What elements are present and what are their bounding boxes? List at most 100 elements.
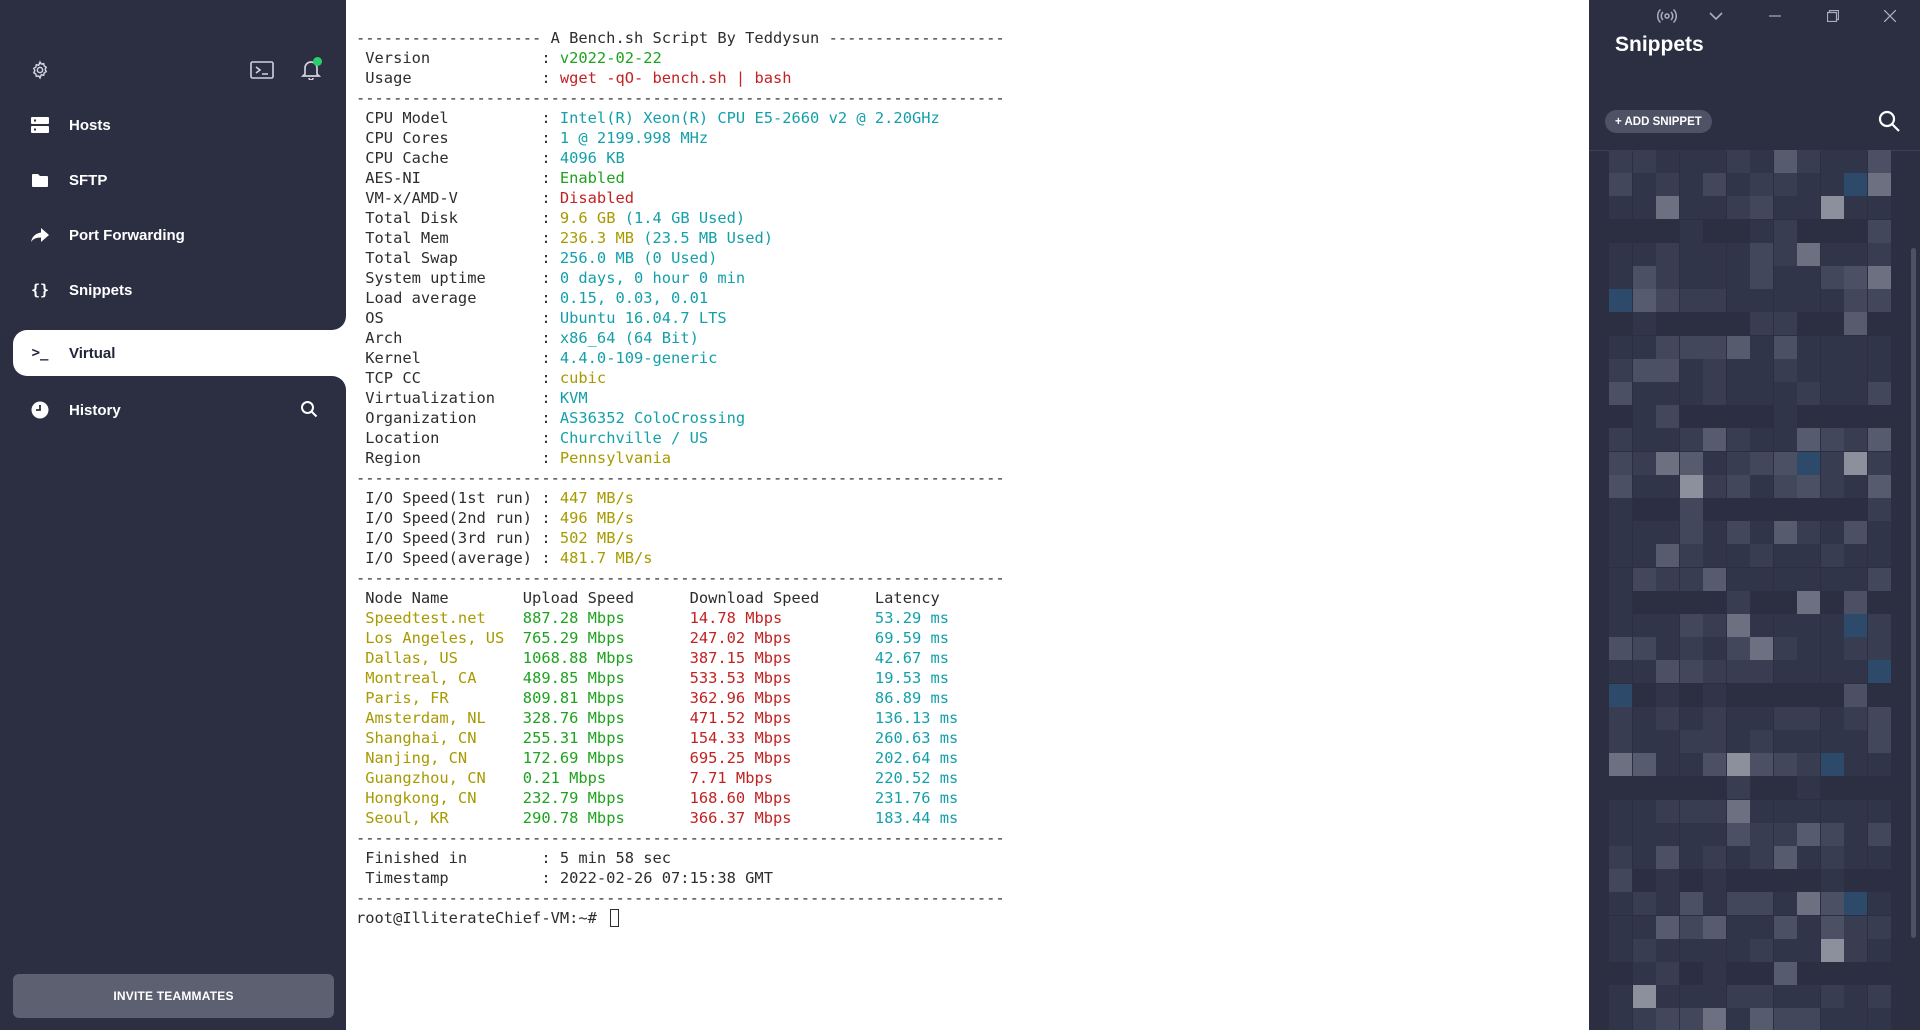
terminal-output[interactable]: -------------------- A Bench.sh Script B…: [346, 0, 1589, 1030]
snippet-pixel: [1820, 428, 1844, 452]
snippet-pixel: [1632, 938, 1656, 962]
terminal-text: 220.52 ms: [874, 769, 959, 787]
snippet-pixel: [1726, 521, 1750, 545]
terminal-line: Location : Churchville / US: [356, 428, 1589, 448]
snippet-pixel: [1726, 544, 1750, 568]
terminal-line: Finished in : 5 min 58 sec: [356, 848, 1589, 868]
snippet-pixel: [1609, 474, 1632, 498]
snippet-pixel: [1726, 938, 1750, 962]
terminal-text: Pennsylvania: [559, 449, 672, 467]
terminal-line: Organization : AS36352 ColoCrossing: [356, 408, 1589, 428]
chevron-down-icon[interactable]: [1706, 6, 1726, 26]
snippet-pixel: [1656, 892, 1679, 916]
terminal-text: 168.60 Mbps: [689, 789, 875, 807]
snippet-pixel: [1797, 892, 1820, 916]
terminal-line: Speedtest.net 887.28 Mbps 14.78 Mbps 53.…: [356, 608, 1589, 628]
restore-icon[interactable]: [1823, 6, 1843, 26]
snippet-pixel: [1632, 382, 1656, 405]
terminal-line: Total Swap : 256.0 MB (0 Used): [356, 248, 1589, 268]
snippet-pixel: [1703, 637, 1726, 661]
snippet-pixel: [1726, 985, 1750, 1009]
snippet-pixel: [1750, 150, 1773, 173]
terminal-text: AES-NI :: [356, 169, 560, 187]
snippet-pixel: [1844, 567, 1867, 591]
snippet-pixel: [1867, 474, 1891, 498]
minimize-icon[interactable]: [1765, 6, 1785, 26]
scrollbar[interactable]: [1911, 248, 1916, 938]
snippet-pixel: [1844, 938, 1867, 962]
snippet-pixel: [1679, 335, 1703, 359]
snippet-pixel: [1703, 753, 1726, 777]
terminal-line: Usage : wget -qO- bench.sh | bash: [356, 68, 1589, 88]
terminal-line: Kernel : 4.4.0-109-generic: [356, 348, 1589, 368]
snippet-pixel: [1844, 915, 1867, 939]
snippet-pixel: [1820, 730, 1844, 753]
sidebar-item-sftp[interactable]: SFTP: [13, 157, 346, 203]
terminal-line: root@IlliterateChief-VM:~#: [356, 908, 1589, 928]
snippet-pixel: [1726, 892, 1750, 916]
terminal-text: 42.67 ms: [874, 649, 950, 667]
snippet-pixel: [1750, 196, 1773, 220]
sidebar-item-virtual[interactable]: >_ Virtual: [13, 330, 346, 376]
snippet-pixel: [1844, 753, 1867, 777]
terminal-text: Paris, FR: [356, 689, 523, 707]
snippet-list[interactable]: [1609, 150, 1891, 1030]
snippet-pixel: [1750, 730, 1773, 753]
add-snippet-button[interactable]: + ADD SNIPPET: [1605, 110, 1712, 133]
snippet-pixel: [1726, 173, 1750, 197]
snippet-pixel: [1750, 915, 1773, 939]
snippet-pixel: [1773, 985, 1797, 1009]
snippet-pixel: [1679, 915, 1703, 939]
arrow-forward-icon: [29, 224, 51, 246]
gear-icon[interactable]: [27, 57, 53, 83]
snippet-pixel: [1609, 1008, 1632, 1030]
sidebar-item-port-forwarding[interactable]: Port Forwarding: [13, 212, 346, 258]
snippet-pixel: [1820, 382, 1844, 405]
snippet-pixel: [1750, 637, 1773, 661]
snippet-pixel: [1773, 428, 1797, 452]
snippet-pixel: [1773, 242, 1797, 266]
snippet-pixel: [1609, 335, 1632, 359]
snippet-pixel: [1726, 358, 1750, 382]
snippet-pixel: [1656, 985, 1679, 1009]
terminal-line: Version : v2022-02-22: [356, 48, 1589, 68]
snippet-pixel: [1679, 451, 1703, 475]
search-icon[interactable]: [1877, 109, 1901, 138]
snippet-pixel: [1679, 498, 1703, 521]
terminal-text: Usage :: [356, 69, 560, 87]
snippet-pixel: [1867, 1008, 1891, 1030]
snippet-pixel: [1750, 451, 1773, 475]
snippet-pixel: [1773, 637, 1797, 661]
terminal-text: 172.69 Mbps: [522, 749, 690, 767]
terminal-line: CPU Cores : 1 @ 2199.998 MHz: [356, 128, 1589, 148]
snippet-pixel: [1867, 242, 1891, 266]
close-icon[interactable]: [1880, 6, 1900, 26]
snippet-pixel: [1656, 428, 1679, 452]
invite-teammates-button[interactable]: INVITE TEAMMATES: [13, 974, 334, 1018]
snippet-pixel: [1679, 173, 1703, 197]
snippet-pixel: [1867, 382, 1891, 405]
search-icon[interactable]: [300, 400, 318, 422]
sidebar-item-history[interactable]: History: [13, 387, 346, 433]
terminal-text: CPU Cache :: [356, 149, 560, 167]
snippet-pixel: [1679, 428, 1703, 452]
terminal-line: ----------------------------------------…: [356, 888, 1589, 908]
terminal-icon[interactable]: [249, 57, 275, 83]
snippet-pixel: [1609, 196, 1632, 220]
snippet-pixel: [1773, 544, 1797, 568]
broadcast-icon[interactable]: [1657, 6, 1677, 26]
terminal-line: I/O Speed(average) : 481.7 MB/s: [356, 548, 1589, 568]
snippet-pixel: [1820, 451, 1844, 475]
snippet-pixel: [1773, 846, 1797, 869]
snippet-pixel: [1703, 451, 1726, 475]
snippet-pixel: [1656, 614, 1679, 637]
snippet-pixel: [1844, 474, 1867, 498]
sidebar-item-hosts[interactable]: Hosts: [13, 102, 346, 148]
terminal-text: 154.33 Mbps: [689, 729, 875, 747]
sidebar-item-snippets[interactable]: {} Snippets: [13, 267, 346, 313]
snippet-pixel: [1750, 219, 1773, 243]
bell-icon[interactable]: [298, 56, 324, 82]
terminal-text: 69.59 ms: [874, 629, 950, 647]
snippet-pixel: [1656, 799, 1679, 823]
snippet-pixel: [1820, 660, 1844, 684]
